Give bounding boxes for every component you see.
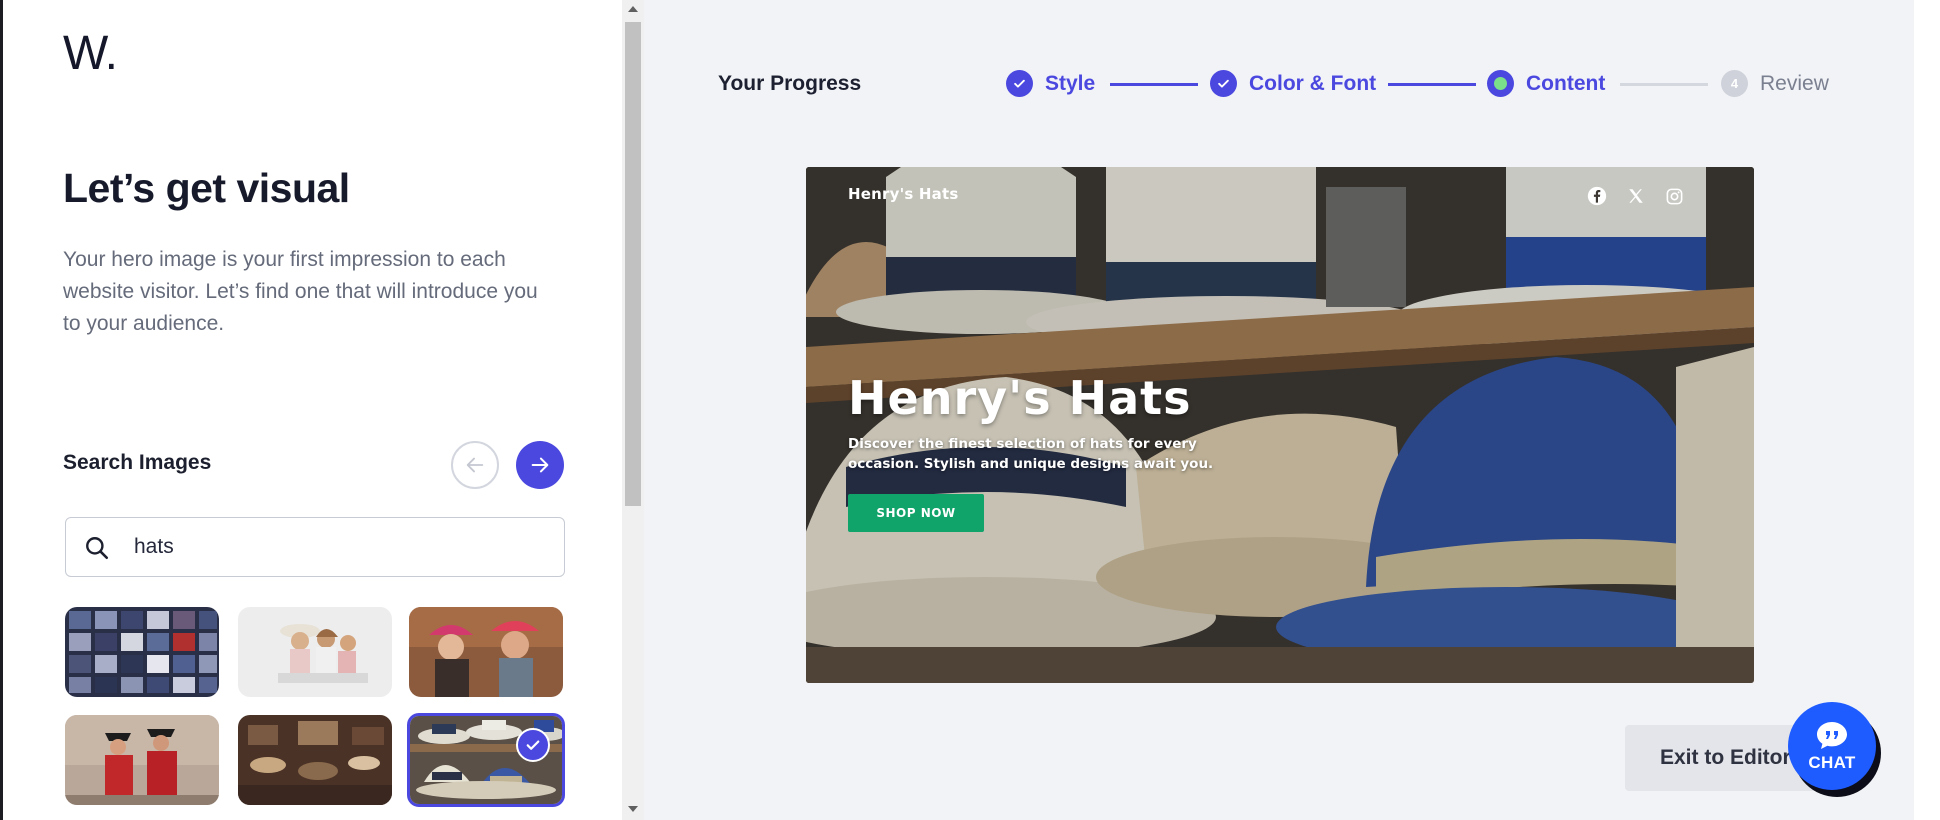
step-label: Content (1526, 71, 1606, 95)
thumbnail-image (238, 607, 392, 697)
left-panel-scrollbar[interactable] (622, 0, 644, 820)
progress-label: Your Progress (718, 72, 862, 95)
step-color-font[interactable]: Color & Font (1210, 70, 1376, 97)
search-input[interactable] (134, 532, 534, 562)
step-label: Review (1760, 71, 1829, 95)
chat-bubble-icon (1817, 721, 1847, 749)
thumbnail-image (409, 607, 563, 697)
active-step-icon (1487, 70, 1514, 97)
page-title: Let’s get visual (63, 165, 350, 211)
intro-text: Your hero image is your first impression… (63, 248, 538, 335)
scroll-up-arrow-icon[interactable] (628, 6, 638, 12)
image-thumbnail-performers[interactable] (65, 715, 219, 805)
hero-title: Henry's Hats (848, 371, 1192, 425)
thumbnail-image (65, 607, 219, 697)
step-review[interactable]: 4 Review (1721, 70, 1829, 97)
image-thumbnail-patches[interactable] (65, 607, 219, 697)
thumbnail-image (238, 715, 392, 805)
step-label: Style (1045, 71, 1096, 95)
selected-check-icon (516, 728, 550, 762)
progress-connector (1620, 83, 1708, 86)
progress-connector (1388, 83, 1476, 86)
image-thumbnail-antique-shop[interactable] (238, 715, 392, 805)
logo[interactable]: W. (63, 26, 118, 81)
x-icon[interactable] (1625, 185, 1647, 207)
hero-preview[interactable]: Henry's Hats Henry's Hats Discover the f… (806, 167, 1754, 683)
scrollbar-thumb[interactable] (625, 22, 641, 506)
left-panel: W. Let’s get visual Your hero image is y… (0, 0, 622, 820)
right-edge (1914, 0, 1940, 820)
step-number: 4 (1721, 70, 1748, 97)
progress-connector (1110, 83, 1198, 86)
facebook-icon[interactable] (1586, 185, 1608, 207)
arrow-left-icon (466, 457, 484, 473)
previous-button[interactable] (451, 441, 499, 489)
arrow-right-icon (531, 457, 549, 473)
hero-subtitle: Discover the finest selection of hats fo… (848, 436, 1214, 472)
step-label: Color & Font (1249, 71, 1377, 95)
hero-background-image (806, 167, 1754, 683)
check-icon (1210, 70, 1237, 97)
step-content[interactable]: Content (1487, 70, 1605, 97)
thumbnail-image (65, 715, 219, 805)
search-images-label: Search Images (63, 451, 212, 474)
step-style[interactable]: Style (1006, 70, 1095, 97)
search-field[interactable] (65, 517, 565, 577)
chat-button[interactable]: CHAT (1788, 702, 1876, 790)
next-button[interactable] (516, 441, 564, 489)
instagram-icon[interactable] (1663, 185, 1685, 207)
image-thumbnail-hats-selected[interactable] (407, 713, 565, 807)
search-icon (86, 537, 109, 560)
image-thumbnail-women-hats[interactable] (238, 607, 392, 697)
shop-now-button[interactable]: SHOP NOW (848, 494, 984, 532)
scroll-down-arrow-icon[interactable] (628, 806, 638, 812)
chat-label: CHAT (1808, 752, 1856, 772)
check-icon (1006, 70, 1033, 97)
image-thumbnail-caps[interactable] (409, 607, 563, 697)
preview-brand: Henry's Hats (848, 185, 959, 203)
